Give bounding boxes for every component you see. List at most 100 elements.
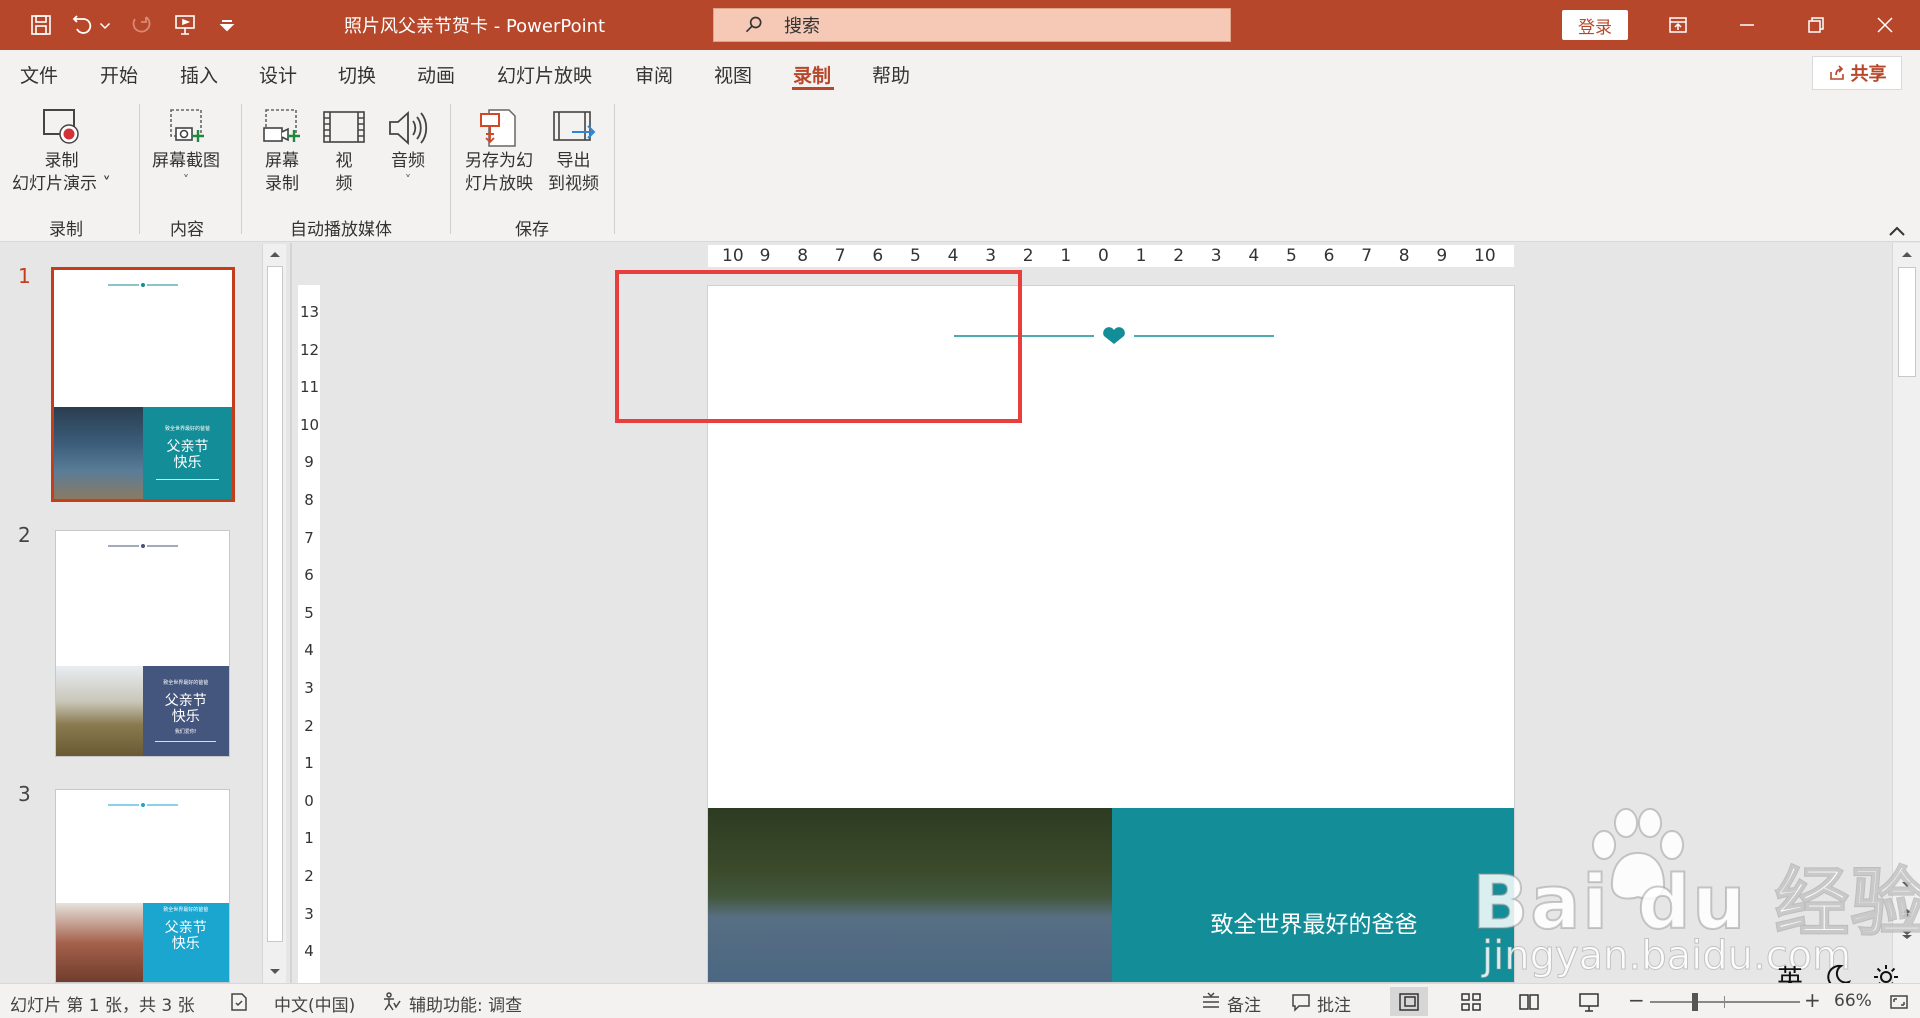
slide-subtitle[interactable]: 致全世界最好的爸爸 bbox=[1112, 905, 1514, 939]
editor-scrollbar[interactable] bbox=[1892, 243, 1920, 983]
scroll-down-icon[interactable] bbox=[1899, 877, 1915, 893]
ruler-tick-label: 11 bbox=[300, 378, 320, 397]
thumbnail-photo bbox=[54, 407, 143, 499]
group-label-autoplay-media: 自动播放媒体 bbox=[290, 220, 392, 240]
ruler-tick-label: 1 bbox=[304, 754, 314, 773]
collapse-ribbon-icon[interactable] bbox=[1888, 224, 1906, 238]
spelling-check-icon[interactable] bbox=[228, 991, 250, 1013]
slide-thumbnail-2[interactable]: 致全世界最好的爸爸 父亲节 快乐 我们爱你! bbox=[55, 530, 230, 757]
reading-view-button[interactable] bbox=[1510, 987, 1548, 1016]
slideshow-view-button[interactable] bbox=[1570, 987, 1608, 1016]
accessibility-icon[interactable] bbox=[380, 991, 402, 1013]
undo-dropdown-icon[interactable] bbox=[96, 9, 114, 41]
menu-bar: 文件 开始 插入 设计 切换 动画 幻灯片放映 审阅 视图 录制 帮助 共享 bbox=[0, 50, 1920, 98]
slide-number: 3 bbox=[18, 782, 31, 806]
minimize-icon[interactable] bbox=[1724, 8, 1770, 42]
slide-thumbnail-1[interactable]: 致全世界最好的爸爸 父亲节 快乐 bbox=[51, 267, 235, 502]
tab-home[interactable]: 开始 bbox=[100, 61, 138, 88]
zoom-out-icon[interactable]: − bbox=[1628, 988, 1645, 1012]
normal-view-icon bbox=[1399, 992, 1419, 1011]
save-icon[interactable] bbox=[24, 9, 58, 41]
scrollbar-thumb[interactable] bbox=[267, 266, 283, 942]
slide-sorter-button[interactable] bbox=[1452, 987, 1490, 1016]
notes-icon[interactable] bbox=[1200, 991, 1222, 1013]
tab-design[interactable]: 设计 bbox=[259, 61, 297, 88]
thumbnail-photo bbox=[56, 903, 143, 982]
audio-button[interactable]: 音频 ˅ bbox=[384, 106, 432, 187]
tab-insert[interactable]: 插入 bbox=[180, 61, 218, 88]
tab-slideshow[interactable]: 幻灯片放映 bbox=[497, 61, 592, 88]
tab-file[interactable]: 文件 bbox=[20, 61, 58, 88]
scroll-down-icon[interactable] bbox=[267, 964, 283, 980]
scrollbar-thumb[interactable] bbox=[1898, 267, 1916, 377]
thumbnail-small-text: 致全世界最好的爸爸 bbox=[163, 680, 209, 686]
slide-thumbnail-3[interactable]: 致全世界最好的爸爸 父亲节 快乐 bbox=[55, 789, 230, 983]
record-slideshow-button[interactable]: 录制 幻灯片演示 ˅ bbox=[12, 106, 111, 196]
ruler-tick-label: 2 bbox=[304, 867, 314, 885]
thumbnail-photo bbox=[56, 666, 143, 756]
tab-review[interactable]: 审阅 bbox=[635, 61, 673, 88]
scroll-up-icon[interactable] bbox=[267, 246, 283, 262]
slide-teal-panel[interactable]: 致全世界最好的爸爸 bbox=[1112, 808, 1514, 982]
thumbnail-panel: 致全世界最好的爸爸 父亲节 快乐 bbox=[143, 407, 232, 499]
next-slide-icon[interactable] bbox=[1899, 927, 1915, 943]
redo-icon[interactable] bbox=[124, 9, 158, 41]
close-icon[interactable] bbox=[1862, 8, 1908, 42]
group-label-save: 保存 bbox=[515, 220, 549, 240]
zoom-in-icon[interactable]: + bbox=[1804, 988, 1821, 1012]
present-icon[interactable] bbox=[168, 9, 202, 41]
screenshot-button[interactable]: 屏幕截图 ˅ bbox=[152, 106, 220, 187]
ruler-tick-label: 4 bbox=[304, 641, 314, 660]
tab-help[interactable]: 帮助 bbox=[872, 61, 910, 88]
thumbnail-divider bbox=[156, 479, 219, 481]
screen-recording-button[interactable]: 屏幕 录制 bbox=[258, 106, 306, 196]
search-input[interactable]: 搜索 bbox=[713, 8, 1231, 42]
notes-button[interactable]: 备注 bbox=[1227, 991, 1261, 1016]
previous-slide-icon[interactable] bbox=[1899, 905, 1915, 921]
slide-count: 幻灯片 第 1 张，共 3 张 bbox=[10, 996, 195, 1016]
zoom-slider-thumb[interactable] bbox=[1692, 993, 1698, 1011]
group-separator bbox=[139, 104, 140, 234]
thumbnail-title-line1: 父亲节 bbox=[164, 693, 207, 709]
share-button[interactable]: 共享 bbox=[1812, 56, 1902, 90]
ruler-tick-label: 9 bbox=[759, 246, 771, 266]
normal-view-button[interactable] bbox=[1390, 987, 1428, 1016]
video-button[interactable]: 视 频 bbox=[320, 106, 368, 196]
tab-record[interactable]: 录制 bbox=[793, 61, 831, 88]
ruler-tick-label: 8 bbox=[1398, 246, 1410, 266]
zoom-level[interactable]: 66% bbox=[1834, 991, 1872, 1011]
thumbnail-scrollbar[interactable] bbox=[262, 244, 286, 984]
comments-icon[interactable] bbox=[1290, 991, 1312, 1013]
ruler-tick-label: 6 bbox=[872, 246, 884, 266]
status-bar: 幻灯片 第 1 张，共 3 张 中文(中国) 辅助功能: 调查 备注 批注 − … bbox=[0, 983, 1920, 1018]
ribbon-display-options-icon[interactable] bbox=[1655, 8, 1701, 42]
customize-icon[interactable] bbox=[212, 9, 242, 41]
language-indicator[interactable]: 中文(中国) bbox=[274, 991, 355, 1016]
video-line2: 频 bbox=[335, 174, 353, 194]
zoom-slider[interactable] bbox=[1650, 1001, 1800, 1003]
search-icon bbox=[745, 16, 762, 33]
thumbnail-sub-text: 我们爱你! bbox=[174, 729, 197, 735]
slide-photo[interactable] bbox=[708, 808, 1112, 982]
ruler-tick-label: 0 bbox=[1098, 246, 1109, 266]
restore-icon[interactable] bbox=[1793, 8, 1839, 42]
accessibility-status[interactable]: 辅助功能: 调查 bbox=[409, 991, 522, 1016]
login-button[interactable]: 登录 bbox=[1562, 10, 1628, 40]
fit-to-window-icon[interactable] bbox=[1888, 991, 1910, 1013]
tab-animations[interactable]: 动画 bbox=[417, 61, 455, 88]
window-title: 照片风父亲节贺卡 - PowerPoint bbox=[344, 16, 606, 37]
undo-icon[interactable] bbox=[66, 9, 100, 41]
ruler-tick-label: 8 bbox=[797, 246, 809, 266]
ruler-tick-label: 4 bbox=[1248, 246, 1260, 266]
group-label-content: 内容 bbox=[170, 220, 204, 240]
save-as-show-line2: 灯片放映 bbox=[465, 174, 533, 194]
tab-transitions[interactable]: 切换 bbox=[338, 61, 376, 88]
export-video-button[interactable]: 导出 到视频 bbox=[548, 106, 599, 196]
ruler-tick-label: 4 bbox=[304, 942, 314, 961]
tab-view[interactable]: 视图 bbox=[714, 61, 752, 88]
save-as-show-button[interactable]: 另存为幻 灯片放映 bbox=[465, 106, 533, 196]
comments-button[interactable]: 批注 bbox=[1317, 991, 1351, 1016]
scroll-up-icon[interactable] bbox=[1899, 246, 1915, 262]
ruler-tick-label: 3 bbox=[304, 679, 314, 697]
group-separator bbox=[450, 104, 451, 234]
